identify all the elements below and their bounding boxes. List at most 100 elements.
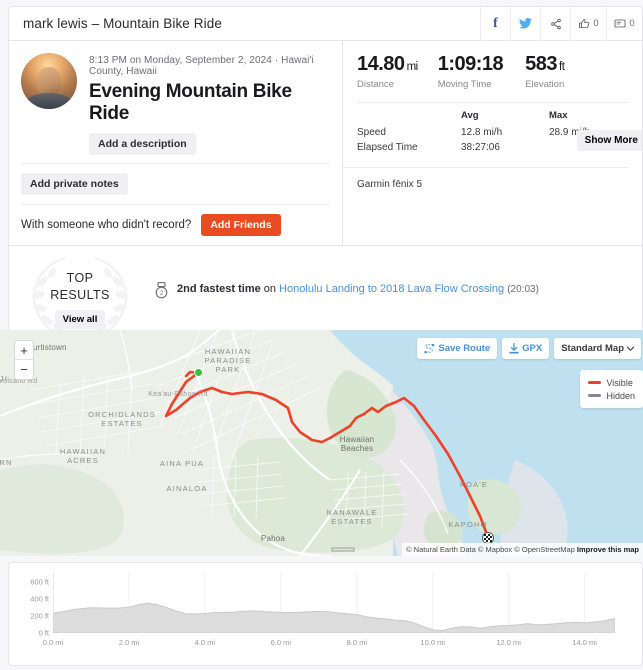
checkered-flag-icon [484,534,492,542]
stat-moving-time-label: Moving Time [437,79,492,90]
table-header-row: Avg Max [357,110,642,125]
stat-distance-label: Distance [357,79,394,90]
map-label: Kea'au-Pāhoa Rd [148,391,208,398]
stat-elevation: 583 ft Elevation [525,53,565,90]
activity-meta: 8:13 PM on Monday, September 2, 2024 · H… [89,55,314,77]
map-toolbar: Save Route GPX Standard Map [417,338,641,359]
device-name: Garmin fēnix 5 [357,179,423,190]
map-style-label: Standard Map [561,343,624,354]
route-map[interactable]: Kurtistown Volcano Rd ORCHIDLANDS ESTATES H… [0,330,643,556]
stat-distance-unit: mi [406,61,419,73]
col-header-avg: Avg [461,110,479,121]
map-label: Hawaiian Beaches [339,435,375,453]
attribution-sources: © Natural Earth Data © Mapbox © OpenStre… [406,545,577,554]
stat-distance: 14.80 mi Distance [357,53,418,90]
stat-elevation-label: Elevation [525,79,565,90]
primary-stats: 14.80 mi Distance 1:09:18 Moving Time 583… [357,53,642,90]
elevation-chart[interactable]: 0 ft 200 ft 400 ft 600 ft 0.0 mi 2.0 mi 4.0 m… [9,563,642,665]
map-label: JI [0,374,9,383]
share-icon [550,18,561,29]
activity-page: mark lewis – Mountain Bike Ride f 0 0 8:… [0,0,643,670]
chevron-down-icon [627,346,634,351]
start-marker [194,368,203,377]
route-icon [424,343,435,353]
gpx-download-button[interactable]: GPX [502,338,550,359]
add-friends-button[interactable]: Add Friends [201,214,281,236]
row-label-elapsed-time: Elapsed Time [357,142,418,153]
facebook-share-button[interactable]: f [480,7,510,41]
elevation-area [53,603,615,633]
add-friends-row: With someone who didn't record? Add Frie… [9,205,342,245]
achievement-rank: 2nd fastest time [177,282,261,295]
share-button[interactable] [540,7,570,41]
elevation-area-series [53,573,615,633]
activity-title: Evening Mountain Bike Ride [89,81,292,124]
friends-question: With someone who didn't record? [21,219,192,231]
map-label: HAWAIIAN ACRES [59,447,107,465]
stat-moving-time: 1:09:18 Moving Time [438,53,505,90]
map-zoom-controls[interactable]: + − [14,340,34,380]
comment-icon [614,19,626,27]
x-tick-label: 4.0 mi [194,638,216,647]
map-label: KOA'E [459,480,489,489]
map-label: AINALOA [166,484,208,493]
stat-elevation-value: 583 [525,53,558,75]
map-label: Pahoa [260,534,286,543]
improve-map-link[interactable]: Improve this map [577,545,639,554]
achievement-time: (20:03) [507,283,539,295]
activity-card: mark lewis – Mountain Bike Ride f 0 0 8:… [8,6,643,361]
add-description-button[interactable]: Add a description [89,133,196,155]
legend-label-visible: Visible [606,377,633,388]
save-route-button[interactable]: Save Route [417,338,498,359]
map-style-select[interactable]: Standard Map [554,338,641,359]
comment-count: 0 [629,18,635,29]
legend-item-visible: Visible [588,376,635,389]
top-results-line2: RESULTS [50,288,110,302]
svg-text:2: 2 [160,291,164,297]
avatar[interactable] [21,53,77,109]
legend-swatch-hidden [588,394,602,397]
kudos-count: 0 [593,18,599,29]
stat-moving-time-value: 1:09:18 [437,53,504,75]
x-tick-label: 10.0 mi [420,638,446,647]
legend-swatch-visible [588,381,602,384]
comment-button[interactable]: 0 [606,7,642,41]
map-attribution: © Natural Earth Data © Mapbox © OpenStre… [402,543,643,556]
divider [357,102,628,103]
x-tick-label: 6.0 mi [270,638,292,647]
social-actions: f 0 0 [480,7,642,41]
stat-elevation-unit: ft [559,61,565,73]
map-label: NANAWALE ESTATES [326,508,378,526]
view-all-button[interactable]: View all [54,310,106,329]
twitter-share-button[interactable] [510,7,540,41]
zoom-in-button[interactable]: + [15,341,33,360]
row-label-speed: Speed [357,127,386,138]
map-label: AINA PUA [159,459,205,468]
download-icon [509,343,519,354]
map-label: ORCHIDLANDS ESTATES [88,410,156,428]
achievement-row: 2 2nd fastest time on Honolulu Landing t… [155,281,539,299]
thumbs-up-icon [579,18,590,28]
show-more-button[interactable]: Show More [576,130,642,151]
zoom-out-button[interactable]: − [15,360,33,379]
legend-label-hidden: Hidden [606,390,635,401]
private-notes-row: Add private notes [9,164,342,204]
col-header-blank [357,110,461,125]
map-geometry [0,330,643,556]
x-tick-label: 14.0 mi [572,638,597,647]
medal-icon: 2 [155,281,168,298]
y-tick-label: 0 ft [38,628,49,638]
page-title: mark lewis – Mountain Bike Ride [23,16,222,31]
elapsed-time-avg: 38:27:06 [461,142,500,153]
kudos-button[interactable]: 0 [570,7,606,41]
x-tick-label: 12.0 mi [496,638,521,647]
add-private-notes-button[interactable]: Add private notes [21,173,128,195]
chart-plot-area: 0 ft 200 ft 400 ft 600 ft 0.0 mi 2.0 mi 4.0 m… [30,573,615,647]
speed-avg: 12.8 mi/h [461,127,503,138]
map-label: KAPOHO [448,520,488,529]
activity-body: 8:13 PM on Monday, September 2, 2024 · H… [9,41,642,245]
segment-link[interactable]: Honolulu Landing to 2018 Lava Flow Cross… [279,283,504,295]
elevation-chart-card: 0 ft 200 ft 400 ft 600 ft 0.0 mi 2.0 mi 4.0 m… [8,562,643,666]
x-tick-label: 0.0 mi [42,638,64,647]
map-label: HAWAIIAN PARADISE PARK [204,347,252,374]
